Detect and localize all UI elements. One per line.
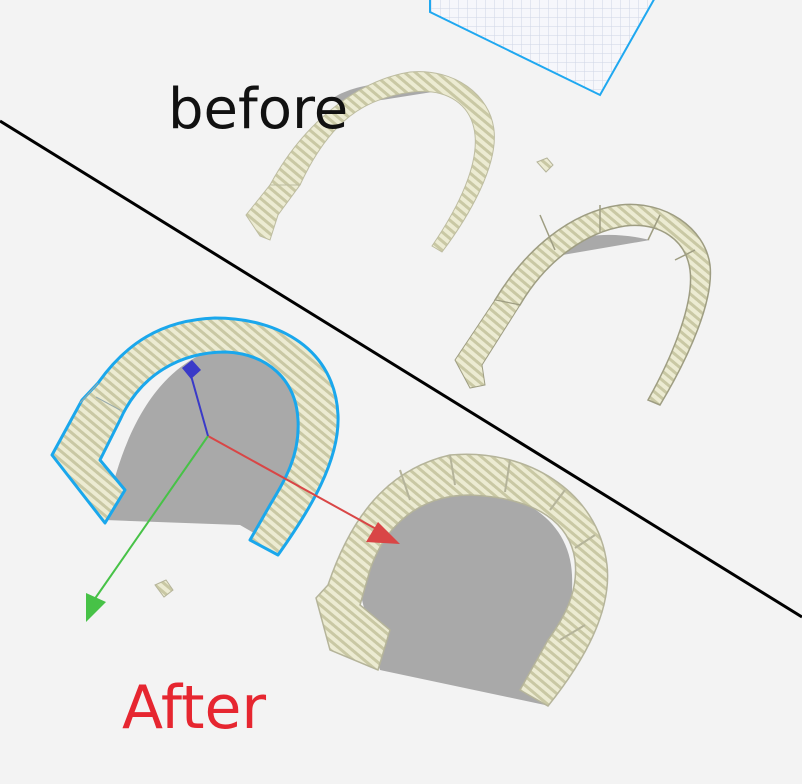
part-after-selected[interactable] bbox=[50, 316, 340, 557]
small-piece-after[interactable] bbox=[154, 579, 174, 598]
small-piece-before[interactable] bbox=[536, 157, 554, 173]
before-label: before bbox=[168, 77, 349, 142]
3d-scene[interactable] bbox=[0, 0, 802, 784]
viewport[interactable]: before After bbox=[0, 0, 802, 784]
build-plate bbox=[429, 0, 655, 97]
after-label: After bbox=[122, 673, 267, 743]
part-after-2[interactable] bbox=[315, 453, 609, 707]
part-before-2[interactable] bbox=[454, 203, 712, 406]
